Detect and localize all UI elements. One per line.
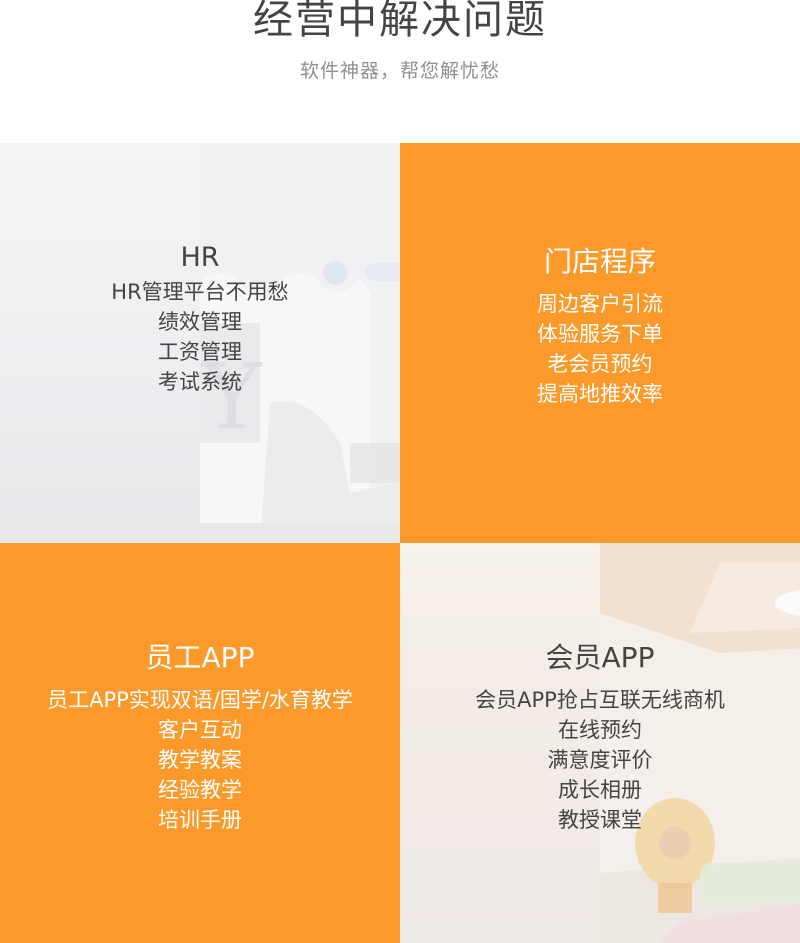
feature-item: 提高地推效率 (537, 382, 663, 406)
section-header: 经营中解决问题 软件神器，帮您解忧愁 (0, 0, 800, 143)
feature-item: 满意度评价 (547, 748, 653, 772)
feature-item: 员工APP实现双语/国学/水育教学 (47, 688, 353, 712)
feature-card-title: 会员APP (545, 641, 655, 674)
page-subtitle: 软件神器，帮您解忧愁 (299, 60, 500, 82)
feature-card-staff-app[interactable]: 员工APP 员工APP实现双语/国学/水育教学 客户互动 教学教案 经验教学 培… (0, 543, 400, 943)
feature-item: 考试系统 (158, 370, 242, 394)
feature-card-member-app[interactable]: 会员APP 会员APP抢占互联无线商机 在线预约 满意度评价 成长相册 教授课堂 (400, 543, 800, 943)
feature-card-title: 员工APP (145, 641, 255, 674)
feature-card-content: 员工APP 员工APP实现双语/国学/水育教学 客户互动 教学教案 经验教学 培… (0, 641, 400, 835)
feature-item: 成长相册 (558, 778, 642, 802)
feature-card-content: HR HR管理平台不用愁 绩效管理 工资管理 考试系统 (0, 241, 400, 397)
feature-item: 经验教学 (158, 778, 242, 802)
feature-card-title: HR (180, 242, 220, 273)
feature-item: 在线预约 (558, 718, 642, 742)
feature-card-content: 门店程序 周边客户引流 体验服务下单 老会员预约 提高地推效率 (400, 245, 800, 409)
feature-card-title: 门店程序 (543, 245, 656, 278)
feature-card-hr[interactable]: Y HR HR管理平台不用愁 绩效管理 工资管理 考试系统 (0, 143, 400, 543)
feature-card-store-program[interactable]: 门店程序 周边客户引流 体验服务下单 老会员预约 提高地推效率 (400, 143, 800, 543)
feature-item: 客户互动 (158, 718, 242, 742)
feature-item: 培训手册 (158, 808, 242, 832)
feature-grid: Y HR HR管理平台不用愁 绩效管理 工资管理 考试系统 门店程序 周边客户引… (0, 143, 800, 943)
feature-item: 教授课堂 (558, 808, 642, 832)
feature-item: 周边客户引流 (537, 292, 663, 316)
feature-item: 老会员预约 (547, 352, 653, 376)
feature-item: 会员APP抢占互联无线商机 (475, 688, 725, 712)
feature-item: 体验服务下单 (537, 322, 663, 346)
feature-card-content: 会员APP 会员APP抢占互联无线商机 在线预约 满意度评价 成长相册 教授课堂 (400, 641, 800, 835)
page-title: 经营中解决问题 (253, 0, 547, 43)
feature-item: HR管理平台不用愁 (111, 280, 289, 304)
feature-item: 教学教案 (158, 748, 242, 772)
feature-item: 工资管理 (158, 340, 242, 364)
feature-item: 绩效管理 (158, 310, 242, 334)
